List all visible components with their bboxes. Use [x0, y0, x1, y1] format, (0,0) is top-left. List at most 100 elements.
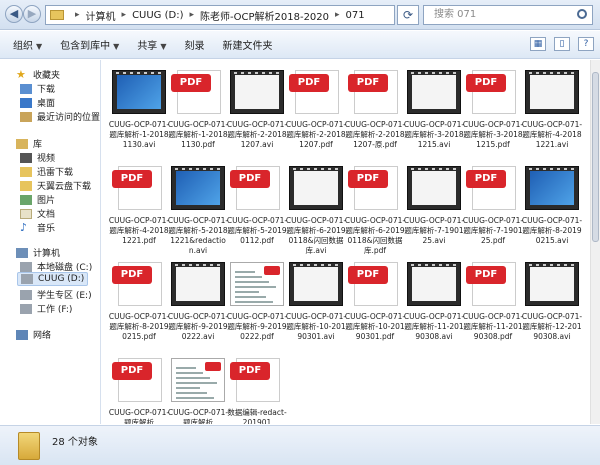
film-perforation — [550, 264, 553, 266]
film-perforation — [210, 168, 213, 170]
sidebar-item-videos[interactable]: 视频 — [20, 151, 55, 164]
sidebar-label: 计算机 — [33, 249, 61, 259]
sidebar-item-desktop[interactable]: 桌面 — [20, 96, 55, 109]
file-name: CUUG-OCP-071-题库解析-1-20181130.avi — [108, 120, 170, 149]
video-file-icon — [112, 70, 166, 114]
download-folder-icon — [20, 83, 32, 94]
pdf-badge-icon: PDF — [348, 74, 388, 92]
sidebar-item-downloads[interactable]: 下载 — [20, 82, 55, 95]
new-folder-button[interactable]: 新建文件夹 — [213, 37, 281, 52]
breadcrumb-drive[interactable]: CUUG (D:) — [132, 10, 183, 21]
film-perforation — [241, 72, 244, 74]
film-perforation — [418, 168, 421, 170]
film-perforation — [453, 264, 456, 266]
sidebar-label: 收藏夹 — [33, 71, 61, 81]
back-button[interactable]: ◀ — [5, 5, 23, 23]
film-perforation — [432, 72, 435, 74]
pdf-file-icon: PDF — [112, 262, 166, 306]
film-perforation — [293, 264, 296, 266]
sidebar-label: 工作 (F:) — [37, 305, 73, 315]
pdf-badge-icon: PDF — [466, 266, 506, 284]
file-name: CUUG-OCP-071-题库解析-11-20190308.pdf — [462, 312, 524, 341]
film-perforation — [203, 264, 206, 266]
file-name: CUUG-OCP-071-题库解析-2-20181207.pdf — [285, 120, 347, 149]
sidebar-item-network[interactable]: 网络 — [16, 328, 51, 341]
film-perforation — [335, 264, 338, 266]
file-name: CUUG-OCP-071-题库解析-8-20190215.pdf — [108, 312, 170, 341]
sidebar-item-tianyi[interactable]: 天翼云盘下载 — [20, 179, 91, 192]
pdf-badge-icon: PDF — [171, 74, 211, 92]
include-in-library-button[interactable]: 包含到库中 ▼ — [51, 37, 128, 52]
breadcrumb-current[interactable]: 071 — [346, 10, 365, 21]
sidebar-item-recent[interactable]: 最近访问的位置 — [20, 110, 100, 123]
forward-button[interactable]: ▶ — [23, 5, 41, 23]
breadcrumb-folder[interactable]: 陈老师-OCP解析2018-2020 — [200, 8, 329, 23]
pdf-badge-icon: PDF — [112, 266, 152, 284]
film-perforation — [210, 264, 213, 266]
vertical-scrollbar[interactable] — [590, 60, 600, 424]
pdf-badge-icon — [264, 266, 280, 275]
drive-icon — [20, 289, 32, 300]
film-perforation — [557, 72, 560, 74]
film-perforation — [529, 168, 532, 170]
music-icon: ♪ — [20, 220, 28, 234]
film-strip-icon — [525, 262, 579, 306]
sidebar-item-computer[interactable]: 计算机 — [16, 246, 60, 259]
sidebar-item-libraries[interactable]: 库 — [16, 137, 42, 150]
include-label: 包含到库中 — [60, 41, 111, 52]
sidebar-item-student-e[interactable]: 学生专区 (E:) — [20, 288, 92, 301]
pdf-badge-icon: PDF — [289, 74, 329, 92]
sidebar-item-xunlei[interactable]: 迅雷下载 — [20, 165, 73, 178]
recent-places-icon — [20, 111, 32, 122]
film-perforation — [432, 168, 435, 170]
sidebar-item-cuug-d[interactable]: CUUG (D:) — [17, 272, 89, 286]
search-icon — [577, 9, 587, 19]
file-name: CUUG-OCP-071-题库解析-6-20190118&闪回数据库.avi — [285, 216, 347, 255]
search-input[interactable]: 搜索 071 — [423, 5, 593, 25]
file-name: CUUG-OCP-071-题库解析-1-20181130.pdf — [167, 120, 229, 149]
file-list-view: CUUG-OCP-071-题库解析-1-20181130.avi PDF CUUG-… — [102, 60, 589, 424]
sidebar-item-favorites[interactable]: ★ 收藏夹 — [16, 68, 61, 82]
text-line — [235, 296, 266, 298]
film-strip-icon — [171, 262, 225, 306]
video-frame — [412, 75, 456, 109]
film-strip-icon — [407, 262, 461, 306]
text-line — [176, 392, 207, 394]
film-perforation — [571, 72, 574, 74]
film-perforation — [328, 168, 331, 170]
share-button[interactable]: 共享 ▼ — [128, 37, 175, 52]
scrollbar-thumb[interactable] — [592, 72, 599, 242]
share-label: 共享 — [137, 41, 158, 52]
sidebar-item-documents[interactable]: 文档 — [20, 207, 55, 220]
sidebar-label: CUUG (D:) — [38, 274, 85, 284]
sidebar-label: 学生专区 (E:) — [37, 291, 92, 301]
sidebar-item-music[interactable]: ♪ 音乐 — [20, 220, 55, 235]
video-frame — [412, 171, 456, 205]
organize-button[interactable]: 组织 ▼ — [4, 37, 51, 52]
sidebar-label: 图片 — [37, 196, 56, 206]
film-perforation — [411, 168, 414, 170]
sidebar-label: 文档 — [37, 210, 56, 220]
sidebar-item-pictures[interactable]: 图片 — [20, 193, 55, 206]
pdf-file-icon: PDF — [112, 166, 166, 210]
burn-button[interactable]: 刻录 — [175, 37, 213, 52]
file-name: CUUG-OCP-071-题库解析-12-20190308.avi — [521, 312, 583, 341]
chevron-right-icon: ▸ — [121, 10, 127, 20]
help-icon[interactable]: ? — [578, 37, 594, 51]
breadcrumb-computer[interactable]: 计算机 — [86, 8, 116, 23]
pdf-page-preview — [230, 262, 284, 306]
burn-label: 刻录 — [184, 41, 205, 52]
organize-label: 组织 — [13, 41, 33, 52]
file-name: CUUG-OCP-071-题库解析-5-20190112.pdf — [226, 216, 288, 245]
address-bar[interactable]: ▸ 计算机 ▸ CUUG (D:) ▸ 陈老师-OCP解析2018-2020 ▸… — [45, 5, 395, 25]
video-file-icon — [407, 262, 461, 306]
film-perforation — [439, 72, 442, 74]
view-options-icon[interactable]: ▦ — [530, 37, 546, 51]
video-file-icon — [407, 70, 461, 114]
drive-icon — [20, 303, 32, 314]
film-perforation — [439, 264, 442, 266]
refresh-button[interactable]: ⟳ — [397, 5, 419, 25]
sidebar-item-work-f[interactable]: 工作 (F:) — [20, 302, 72, 315]
preview-pane-icon[interactable]: ▯ — [554, 37, 570, 51]
film-strip-icon — [525, 166, 579, 210]
